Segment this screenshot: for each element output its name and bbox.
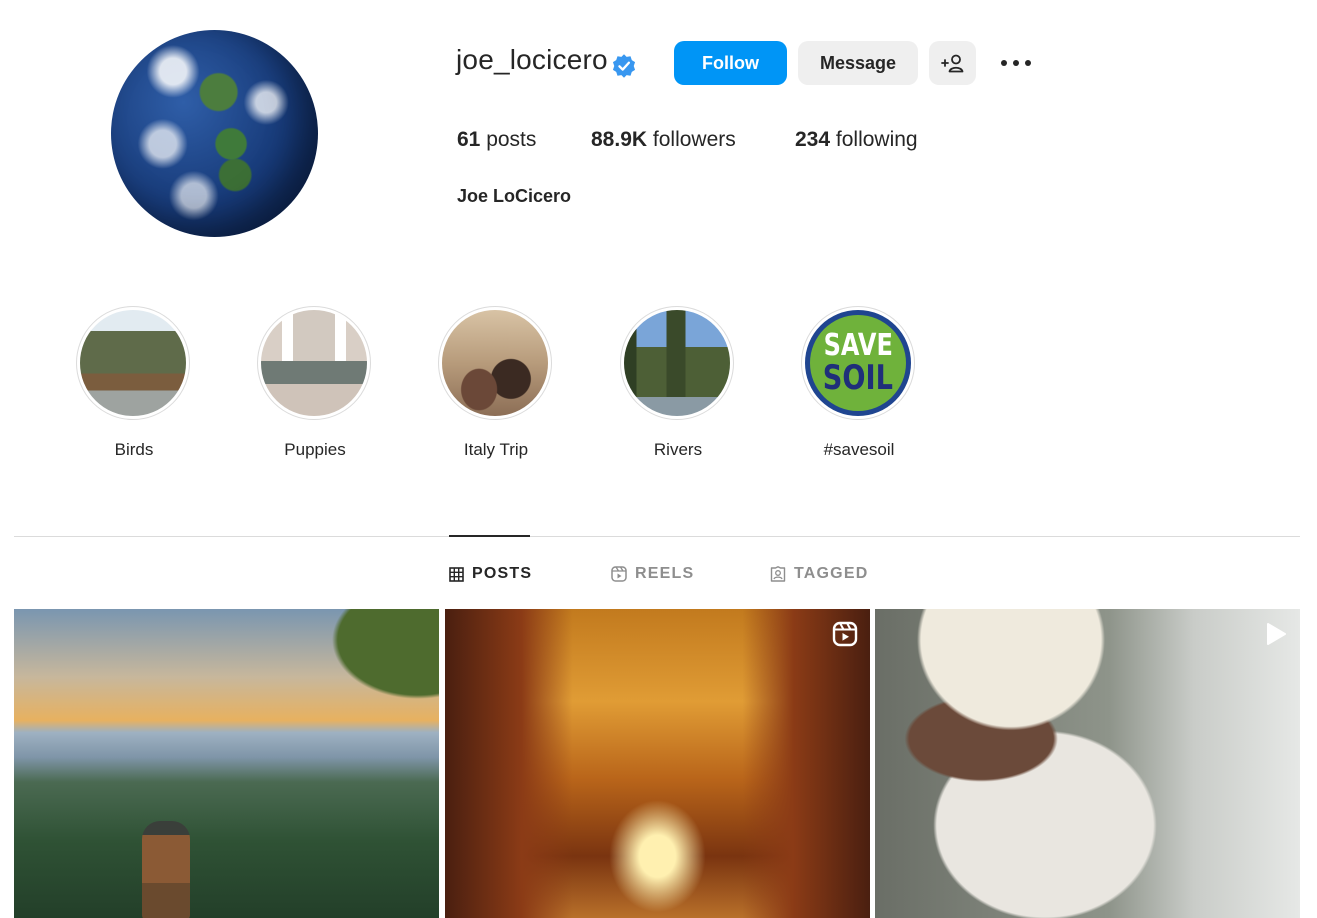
- tab-tagged[interactable]: TAGGED: [770, 563, 868, 585]
- posts-count: 61: [457, 128, 481, 151]
- highlight-cover: [442, 310, 548, 416]
- tab-reels[interactable]: REELS: [611, 563, 694, 585]
- highlight-label: Birds: [114, 440, 154, 459]
- posts-count-stat: 61 posts: [457, 128, 536, 152]
- posts-label: posts: [486, 128, 537, 151]
- profile-username: joe_locicero: [456, 44, 608, 75]
- verified-badge-icon: [612, 54, 636, 78]
- highlight-savesoil[interactable]: SAVE SOIL #savesoil: [801, 306, 917, 459]
- add-person-icon: [940, 54, 963, 73]
- profile-avatar[interactable]: [111, 30, 318, 237]
- tabs-divider: [14, 536, 1300, 537]
- followers-count: 88.9K: [591, 128, 648, 151]
- more-options-button[interactable]: [997, 48, 1035, 78]
- tagged-icon: [770, 566, 786, 582]
- following-stat[interactable]: 234 following: [795, 128, 918, 152]
- post-tile[interactable]: [875, 609, 1300, 918]
- profile-full-name: Joe LoCicero: [457, 186, 572, 206]
- tab-posts[interactable]: POSTS: [449, 563, 532, 585]
- highlight-ring: [257, 306, 371, 420]
- following-count: 234: [795, 128, 831, 151]
- reels-icon: [832, 621, 858, 647]
- highlight-cover: [624, 310, 730, 416]
- highlight-italy-trip[interactable]: Italy Trip: [438, 306, 554, 459]
- followers-stat[interactable]: 88.9K followers: [591, 128, 736, 152]
- highlight-ring: SAVE SOIL: [801, 306, 915, 420]
- hiker-figure: [142, 821, 190, 918]
- more-options-icon: [1001, 60, 1031, 66]
- followers-label: followers: [652, 128, 736, 151]
- highlight-cover: [261, 310, 367, 416]
- highlight-label: Italy Trip: [463, 440, 529, 459]
- tab-label: POSTS: [472, 565, 533, 582]
- tab-label: REELS: [635, 565, 695, 582]
- highlight-cover: [80, 310, 186, 416]
- highlight-cover: SAVE SOIL: [805, 310, 911, 416]
- highlight-ring: [620, 306, 734, 420]
- highlight-label: #savesoil: [823, 440, 895, 459]
- highlight-puppies[interactable]: Puppies: [257, 306, 373, 459]
- highlight-label: Rivers: [653, 440, 703, 459]
- highlight-label: Puppies: [284, 440, 346, 459]
- save-soil-logo: SAVE SOIL: [810, 315, 906, 411]
- highlight-ring: [438, 306, 552, 420]
- reels-icon: [611, 566, 627, 582]
- play-icon: [1267, 623, 1286, 645]
- tab-label: TAGGED: [794, 565, 869, 582]
- highlight-birds[interactable]: Birds: [76, 306, 192, 459]
- logo-line-2: SOIL: [822, 358, 894, 398]
- highlight-rivers[interactable]: Rivers: [620, 306, 736, 459]
- follow-button[interactable]: Follow: [674, 41, 787, 85]
- post-tile[interactable]: [445, 609, 870, 918]
- highlight-ring: [76, 306, 190, 420]
- grid-icon: [449, 566, 464, 582]
- active-tab-indicator: [449, 535, 530, 537]
- suggested-users-button[interactable]: [929, 41, 976, 85]
- post-tile[interactable]: [14, 609, 439, 918]
- message-button[interactable]: Message: [798, 41, 918, 85]
- logo-line-1: SAVE: [823, 328, 893, 363]
- following-label: following: [835, 128, 918, 151]
